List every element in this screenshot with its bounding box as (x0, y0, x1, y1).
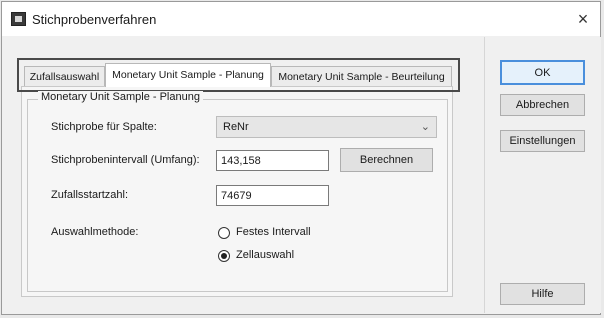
column-label: Stichprobe für Spalte: (51, 121, 157, 133)
tab-mus-beurteilung[interactable]: Monetary Unit Sample - Beurteilung (271, 66, 452, 86)
close-icon[interactable]: × (566, 2, 600, 36)
chevron-down-icon: ⌄ (420, 121, 430, 133)
tab-zufallsauswahl[interactable]: Zufallsauswahl (24, 66, 105, 86)
settings-button[interactable]: Einstellungen (500, 130, 585, 152)
calculate-button[interactable]: Berechnen (340, 148, 433, 172)
column-select[interactable]: ReNr ⌄ (216, 116, 437, 138)
seed-label: Zufallsstartzahl: (51, 189, 129, 201)
tab-mus-planung[interactable]: Monetary Unit Sample - Planung (105, 63, 271, 87)
help-button[interactable]: Hilfe (500, 283, 585, 305)
radio-cell-selection-label: Zellauswahl (236, 249, 295, 261)
seed-input[interactable] (216, 185, 329, 206)
interval-input[interactable] (216, 150, 329, 171)
method-label: Auswahlmethode: (51, 226, 139, 238)
groupbox-title: Monetary Unit Sample - Planung (38, 91, 203, 103)
cancel-button[interactable]: Abbrechen (500, 94, 585, 116)
radio-fixed-interval-label: Festes Intervall (236, 226, 311, 238)
title-bar: Stichprobenverfahren × (2, 2, 600, 36)
column-select-value: ReNr (223, 121, 249, 133)
app-icon (11, 12, 26, 26)
window-title: Stichprobenverfahren (32, 12, 157, 27)
ok-button[interactable]: OK (500, 60, 585, 85)
interval-label: Stichprobenintervall (Umfang): (51, 154, 200, 166)
radio-fixed-interval[interactable] (218, 227, 230, 239)
radio-cell-selection[interactable] (218, 250, 230, 262)
